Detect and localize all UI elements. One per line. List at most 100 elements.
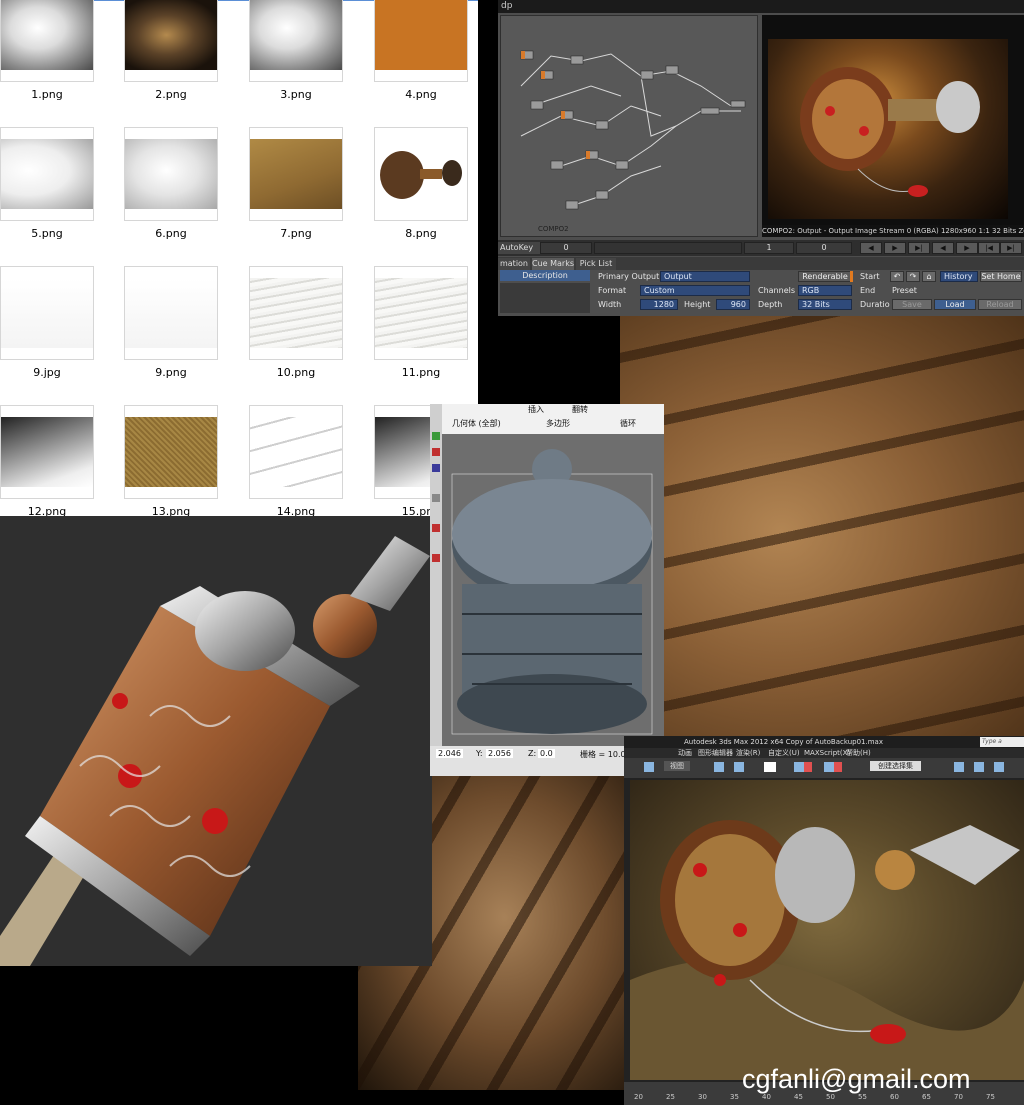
node-graph-canvas [520, 50, 746, 210]
max-main-toolbar: 视图 创建选择集 [624, 758, 1024, 778]
file-browser: 1.png 2.png 3.png 4.png 5.png 6.png 7.pn… [0, 0, 478, 520]
undo-button[interactable]: ↶ [890, 271, 904, 282]
width-field[interactable]: 1280 [640, 299, 678, 310]
play-button[interactable]: ▶ [884, 242, 906, 254]
autokey-button[interactable]: AutoKey [498, 242, 540, 254]
history-button[interactable]: History [940, 271, 978, 282]
home-icon[interactable]: ⌂ [922, 271, 936, 282]
depth-label: Depth [758, 300, 783, 309]
file-label-8: 8.png [405, 227, 437, 240]
thumb-13[interactable] [124, 405, 218, 499]
menu-help[interactable]: 帮助(H) [846, 748, 871, 758]
polygon-dropdown[interactable]: 多边形 [546, 418, 570, 429]
timeline-slider[interactable] [594, 242, 742, 254]
thumb-7[interactable] [249, 127, 343, 221]
thumb-10[interactable] [249, 266, 343, 360]
file-label-6: 6.png [155, 227, 187, 240]
thumb-14[interactable] [249, 405, 343, 499]
menu-rendering[interactable]: 渲染(R) [736, 748, 760, 758]
thumb-3[interactable] [249, 0, 343, 82]
image-viewer[interactable] [762, 15, 1024, 237]
thumb-12[interactable] [0, 405, 94, 499]
geometry-dropdown[interactable]: 几何体 (全部) [452, 418, 501, 429]
coord-y-label: Y: [476, 749, 483, 758]
max-wireframe-viewport[interactable]: 插入 翻转 几何体 (全部) 多边形 循环 2.046 Y: 2.056 Z: … [430, 404, 664, 776]
compositor-menubar[interactable]: dp [498, 0, 1024, 13]
save-button[interactable]: Save [892, 299, 932, 310]
compositor-window: dp COMPO2 COMPO2: Output - Output Image … [498, 0, 1024, 316]
ribbon-flip-button[interactable]: 翻转 [572, 404, 588, 415]
node-graph-label: COMPO2 [538, 225, 569, 233]
thumb-6[interactable] [124, 127, 218, 221]
max-menubar: 动画 图形编辑器 渲染(R) 自定义(U) MAXScript(X) 帮助(H) [624, 748, 1024, 758]
keyword-search-input[interactable]: Type a keyword [980, 737, 1024, 755]
width-label: Width [598, 300, 622, 309]
frame-end-field[interactable]: 0 [796, 242, 852, 254]
file-label-9-png: 9.png [155, 366, 187, 379]
end-label: End [860, 286, 876, 295]
first-frame-button[interactable]: |◀ [978, 242, 1000, 254]
tab-pick-list[interactable]: Pick List [576, 258, 616, 270]
primary-output-field[interactable]: Output [660, 271, 750, 282]
viewer-status-bar: COMPO2: Output - Output Image Stream 0 (… [762, 225, 1024, 237]
ruler-tick: 35 [730, 1093, 739, 1101]
thumb-11[interactable] [374, 266, 468, 360]
thumb-9-jpg[interactable] [0, 266, 94, 360]
prev-frame-button[interactable]: ◀ [932, 242, 954, 254]
height-field[interactable]: 960 [716, 299, 750, 310]
description-field[interactable] [500, 283, 590, 313]
frame-current-field[interactable]: 0 [540, 242, 592, 254]
menu-graph-editors[interactable]: 图形编辑器 [698, 748, 733, 758]
menu-maxscript[interactable]: MAXScript(X) [804, 748, 850, 758]
coord-y-field[interactable]: 2.056 [486, 749, 513, 758]
last-frame-button[interactable]: ▶| [1000, 242, 1022, 254]
next-frame-button[interactable]: ▶ [956, 242, 978, 254]
thumb-8[interactable] [374, 127, 468, 221]
load-button[interactable]: Load [934, 299, 976, 310]
ruler-tick: 30 [698, 1093, 707, 1101]
panel-tabs: mation Cue Marks Pick List [498, 257, 1024, 270]
author-email-watermark: cgfanli@gmail.com [742, 1064, 971, 1094]
frame-mid-field[interactable]: 1 [744, 242, 794, 254]
menu-customize[interactable]: 自定义(U) [768, 748, 800, 758]
format-label: Format [598, 286, 627, 295]
play-backward-button[interactable]: ◀ [860, 242, 882, 254]
thumb-4[interactable] [374, 0, 468, 82]
set-home-button[interactable]: Set Home [980, 271, 1022, 282]
tab-cue-marks[interactable]: Cue Marks [532, 258, 574, 270]
output-parameters: Description Primary Output Output Format… [498, 270, 1024, 316]
depth-dropdown[interactable]: 32 Bits [798, 299, 852, 310]
ruler-tick: 75 [986, 1093, 995, 1101]
file-label-10: 10.png [276, 366, 316, 379]
reload-button[interactable]: Reload [978, 299, 1022, 310]
thumb-1[interactable] [0, 0, 94, 82]
tab-animation[interactable]: mation [498, 258, 530, 270]
max-window-title: Autodesk 3ds Max 2012 x64 Copy of AutoBa… [684, 738, 883, 746]
file-label-1: 1.png [31, 88, 63, 101]
step-forward-button[interactable]: ▶| [908, 242, 930, 254]
max-render-viewport[interactable] [630, 780, 1024, 1080]
renderable-indicator [850, 271, 853, 282]
ribbon-insert-button[interactable]: 插入 [528, 404, 544, 415]
channels-dropdown[interactable]: RGB [798, 285, 852, 296]
coord-z-field[interactable]: 0.0 [538, 749, 555, 758]
thumb-2[interactable] [124, 0, 218, 82]
format-dropdown[interactable]: Custom [640, 285, 750, 296]
toolbar-icons [644, 762, 1004, 772]
viewport-side-toolbar[interactable] [430, 404, 442, 776]
loop-dropdown[interactable]: 循环 [620, 418, 636, 429]
description-header: Description [500, 270, 590, 281]
thumb-9-png[interactable] [124, 266, 218, 360]
max-main-window: Autodesk 3ds Max 2012 x64 Copy of AutoBa… [624, 736, 1024, 1105]
file-label-5: 5.png [31, 227, 63, 240]
renderable-toggle[interactable]: Renderable [798, 271, 852, 282]
thumb-5[interactable] [0, 127, 94, 221]
prayer-wheel-illustration [0, 536, 430, 966]
node-graph[interactable] [500, 15, 758, 237]
start-label: Start [860, 272, 880, 281]
file-label-2: 2.png [155, 88, 187, 101]
coord-x-field[interactable]: 2.046 [436, 749, 463, 758]
menu-animation[interactable]: 动画 [678, 748, 692, 758]
redo-button[interactable]: ↷ [906, 271, 920, 282]
height-label: Height [684, 300, 711, 309]
